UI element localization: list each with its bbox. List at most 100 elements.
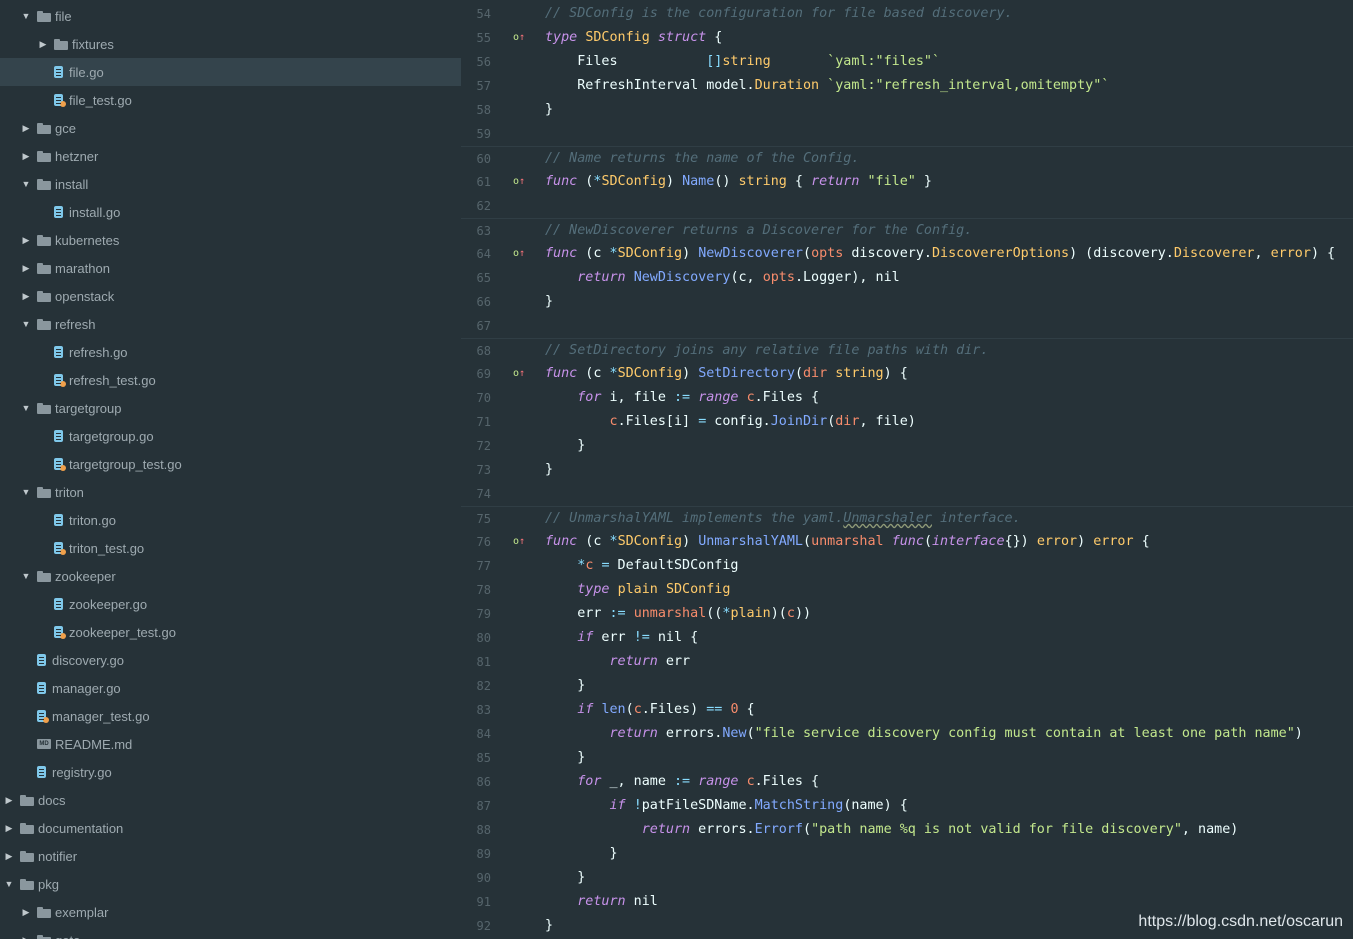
code-line[interactable]: 66} — [461, 290, 1353, 314]
chevron-right-icon[interactable]: ▶ — [3, 823, 15, 834]
code-line[interactable]: 65 return NewDiscovery(c, opts.Logger), … — [461, 266, 1353, 290]
code-line[interactable]: 76 o↑ func (c *SDConfig) UnmarshalYAML(unm… — [461, 530, 1353, 554]
tree-file[interactable]: file_test.go — [0, 86, 461, 114]
tree-folder[interactable]: ▼ zookeeper — [0, 562, 461, 590]
code-line[interactable]: 55 o↑ type SDConfig struct { — [461, 26, 1353, 50]
code-token: } — [545, 870, 586, 885]
chevron-right-icon[interactable]: ▶ — [3, 851, 15, 862]
implements-arrow-icon[interactable]: o↑ — [513, 362, 525, 386]
code-line[interactable]: 67 — [461, 314, 1353, 338]
code-line[interactable]: 62 — [461, 194, 1353, 218]
tree-folder[interactable]: ▼ install — [0, 170, 461, 198]
tree-file[interactable]: targetgroup.go — [0, 422, 461, 450]
code-line[interactable]: 74 — [461, 482, 1353, 506]
chevron-right-icon[interactable]: ▶ — [20, 235, 32, 246]
chevron-down-icon[interactable]: ▼ — [20, 179, 32, 189]
code-line[interactable]: 91 return nil — [461, 890, 1353, 914]
code-line[interactable]: 82 } — [461, 674, 1353, 698]
implements-arrow-icon[interactable]: o↑ — [513, 242, 525, 266]
code-line[interactable]: 59 — [461, 122, 1353, 146]
code-line[interactable]: 79 err := unmarshal((*plain)(c)) — [461, 602, 1353, 626]
tree-folder[interactable]: ▶ hetzner — [0, 142, 461, 170]
tree-file[interactable]: file.go — [0, 58, 461, 86]
code-line[interactable]: 88 return errors.Errorf("path name %q is… — [461, 818, 1353, 842]
chevron-down-icon[interactable]: ▼ — [20, 11, 32, 21]
tree-folder[interactable]: ▶ goto — [0, 926, 461, 939]
tree-file[interactable]: triton.go — [0, 506, 461, 534]
code-line[interactable]: 54 // SDConfig is the configuration for f… — [461, 2, 1353, 26]
implements-arrow-icon[interactable]: o↑ — [513, 170, 525, 194]
chevron-right-icon[interactable]: ▶ — [20, 263, 32, 274]
code-line[interactable]: 89 } — [461, 842, 1353, 866]
tree-folder[interactable]: ▼ targetgroup — [0, 394, 461, 422]
code-line[interactable]: 87 if !patFileSDName.MatchString(name) { — [461, 794, 1353, 818]
chevron-right-icon[interactable]: ▶ — [20, 291, 32, 302]
code-line[interactable]: 64 o↑ func (c *SDConfig) NewDiscoverer(opt… — [461, 242, 1353, 266]
code-line[interactable]: 85 } — [461, 746, 1353, 770]
chevron-down-icon[interactable]: ▼ — [20, 571, 32, 581]
code-line[interactable]: 83 if len(c.Files) == 0 { — [461, 698, 1353, 722]
chevron-down-icon[interactable]: ▼ — [20, 319, 32, 329]
tree-file[interactable]: triton_test.go — [0, 534, 461, 562]
code-editor[interactable]: 54 // SDConfig is the configuration for f… — [461, 0, 1353, 939]
chevron-down-icon[interactable]: ▼ — [3, 879, 15, 889]
tree-folder[interactable]: ▶ marathon — [0, 254, 461, 282]
chevron-right-icon[interactable]: ▶ — [3, 795, 15, 806]
code-line[interactable]: 68 // SetDirectory joins any relative fil… — [461, 338, 1353, 362]
chevron-down-icon[interactable]: ▼ — [20, 487, 32, 497]
implements-arrow-icon[interactable]: o↑ — [513, 26, 525, 50]
implements-arrow-icon[interactable]: o↑ — [513, 530, 525, 554]
tree-folder[interactable]: ▼ file — [0, 2, 461, 30]
tree-folder[interactable]: ▼ pkg — [0, 870, 461, 898]
project-tree[interactable]: ▼ file ▶ fixtures file.go file_test.go ▶ gce ▶ he… — [0, 0, 461, 939]
tree-folder[interactable]: ▶ openstack — [0, 282, 461, 310]
tree-file[interactable]: manager_test.go — [0, 702, 461, 730]
code-line[interactable]: 72 } — [461, 434, 1353, 458]
tree-folder[interactable]: ▶ gce — [0, 114, 461, 142]
tree-folder[interactable]: ▼ triton — [0, 478, 461, 506]
code-line[interactable]: 78 type plain SDConfig — [461, 578, 1353, 602]
code-line[interactable]: 75 // UnmarshalYAML implements the yaml.U… — [461, 506, 1353, 530]
tree-folder[interactable]: ▼ refresh — [0, 310, 461, 338]
tree-folder[interactable]: ▶ notifier — [0, 842, 461, 870]
code-line[interactable]: 56 Files []string `yaml:"files"` — [461, 50, 1353, 74]
chevron-right-icon[interactable]: ▶ — [37, 39, 49, 50]
tree-folder[interactable]: ▶ documentation — [0, 814, 461, 842]
code-line[interactable]: 71 c.Files[i] = config.JoinDir(dir, file… — [461, 410, 1353, 434]
code-line[interactable]: 81 return err — [461, 650, 1353, 674]
code-line[interactable]: 58} — [461, 98, 1353, 122]
tree-folder[interactable]: ▶ kubernetes — [0, 226, 461, 254]
tree-file[interactable]: zookeeper.go — [0, 590, 461, 618]
tree-file[interactable]: MD README.md — [0, 730, 461, 758]
tree-folder[interactable]: ▶ docs — [0, 786, 461, 814]
code-line[interactable]: 86 for _, name := range c.Files { — [461, 770, 1353, 794]
code-line[interactable]: 63 // NewDiscoverer returns a Discoverer … — [461, 218, 1353, 242]
tree-file[interactable]: targetgroup_test.go — [0, 450, 461, 478]
tree-file[interactable]: registry.go — [0, 758, 461, 786]
code-line[interactable]: 70 for i, file := range c.Files { — [461, 386, 1353, 410]
code-line[interactable]: 84 return errors.New("file service disco… — [461, 722, 1353, 746]
tree-file[interactable]: zookeeper_test.go — [0, 618, 461, 646]
chevron-down-icon[interactable]: ▼ — [20, 403, 32, 413]
tree-file[interactable]: refresh.go — [0, 338, 461, 366]
code-line[interactable]: 69 o↑ func (c *SDConfig) SetDirectory(dir … — [461, 362, 1353, 386]
code-line[interactable]: 90 } — [461, 866, 1353, 890]
code-line[interactable]: 60 // Name returns the name of the Config… — [461, 146, 1353, 170]
code-line[interactable]: 61 o↑ func (*SDConfig) Name() string { ret… — [461, 170, 1353, 194]
code-line[interactable]: 73} — [461, 458, 1353, 482]
chevron-right-icon[interactable]: ▶ — [20, 935, 32, 939]
tree-file[interactable]: manager.go — [0, 674, 461, 702]
chevron-right-icon[interactable]: ▶ — [20, 907, 32, 918]
code-line[interactable]: 57 RefreshInterval model.Duration `yaml:… — [461, 74, 1353, 98]
tree-file[interactable]: refresh_test.go — [0, 366, 461, 394]
code-line[interactable]: 77 *c = DefaultSDConfig — [461, 554, 1353, 578]
tree-file[interactable]: install.go — [0, 198, 461, 226]
chevron-right-icon[interactable]: ▶ — [20, 151, 32, 162]
chevron-right-icon[interactable]: ▶ — [20, 123, 32, 134]
tree-folder[interactable]: ▶ exemplar — [0, 898, 461, 926]
code-line[interactable]: 80 if err != nil { — [461, 626, 1353, 650]
tree-folder[interactable]: ▶ fixtures — [0, 30, 461, 58]
tree-file[interactable]: discovery.go — [0, 646, 461, 674]
